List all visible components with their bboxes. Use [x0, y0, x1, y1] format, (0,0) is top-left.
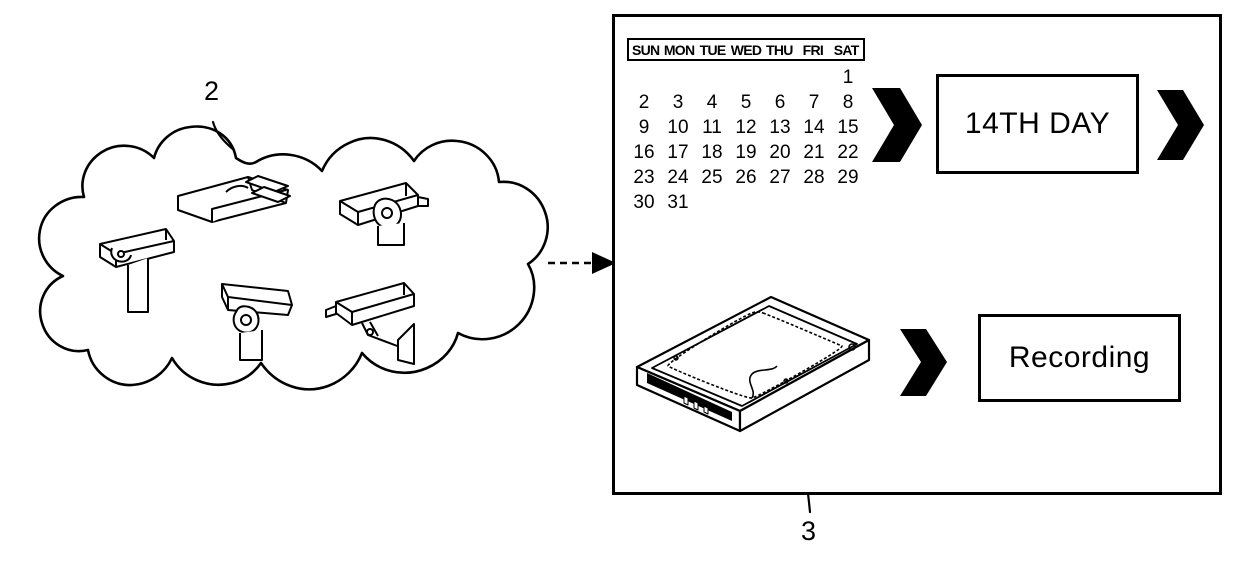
- chevron-right-icon-hdd: [900, 329, 947, 396]
- fourteenth-day-box: 14TH DAY: [936, 74, 1139, 174]
- chevron-right-icon-calendar: [872, 88, 922, 162]
- patent-figure: 2 3 SUN MON TUE WED THU FRI SAT 1 2 3 4 …: [0, 0, 1240, 566]
- hard-disk-drive-icon: [635, 295, 871, 433]
- recording-label: Recording: [1008, 341, 1151, 374]
- fourteenth-day-label: 14TH DAY: [964, 107, 1111, 140]
- chevron-right-icon-day-output: [1157, 90, 1204, 160]
- recording-box: Recording: [978, 314, 1181, 402]
